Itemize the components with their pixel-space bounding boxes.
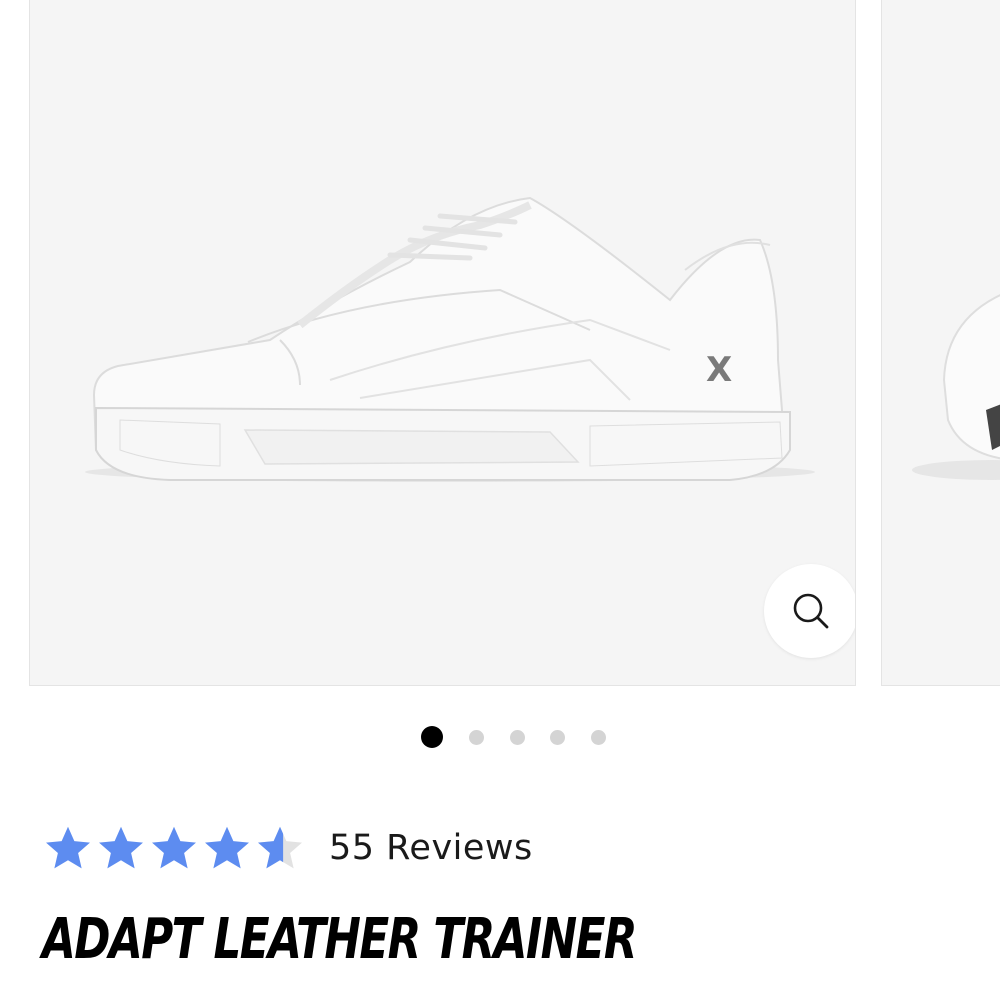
product-rating[interactable]: 55 Reviews (42, 820, 533, 876)
reviews-count-link[interactable]: 55 Reviews (329, 828, 533, 868)
search-icon (793, 593, 829, 629)
star-icon (152, 826, 196, 869)
sneaker-image: X (85, 196, 815, 482)
pagination-dot-4[interactable] (550, 730, 565, 745)
product-image-next-preview[interactable] (881, 0, 1000, 686)
star-icon (46, 826, 90, 869)
product-image-carousel[interactable]: X (0, 0, 1000, 690)
carousel-pagination (0, 725, 1000, 749)
star-icon (99, 826, 143, 869)
rating-stars (42, 823, 307, 873)
pagination-dot-1[interactable] (421, 726, 443, 748)
product-image-main[interactable]: X (29, 0, 856, 686)
svg-text:X: X (706, 350, 732, 390)
star-half-icon (258, 826, 302, 869)
pagination-dot-3[interactable] (510, 730, 525, 745)
pagination-dot-5[interactable] (591, 730, 606, 745)
sneaker-image-partial (912, 294, 1000, 480)
pagination-dot-2[interactable] (469, 730, 484, 745)
product-title: ADAPT LEATHER TRAINER (42, 907, 638, 972)
star-icon (205, 826, 249, 869)
zoom-button[interactable] (764, 564, 855, 658)
